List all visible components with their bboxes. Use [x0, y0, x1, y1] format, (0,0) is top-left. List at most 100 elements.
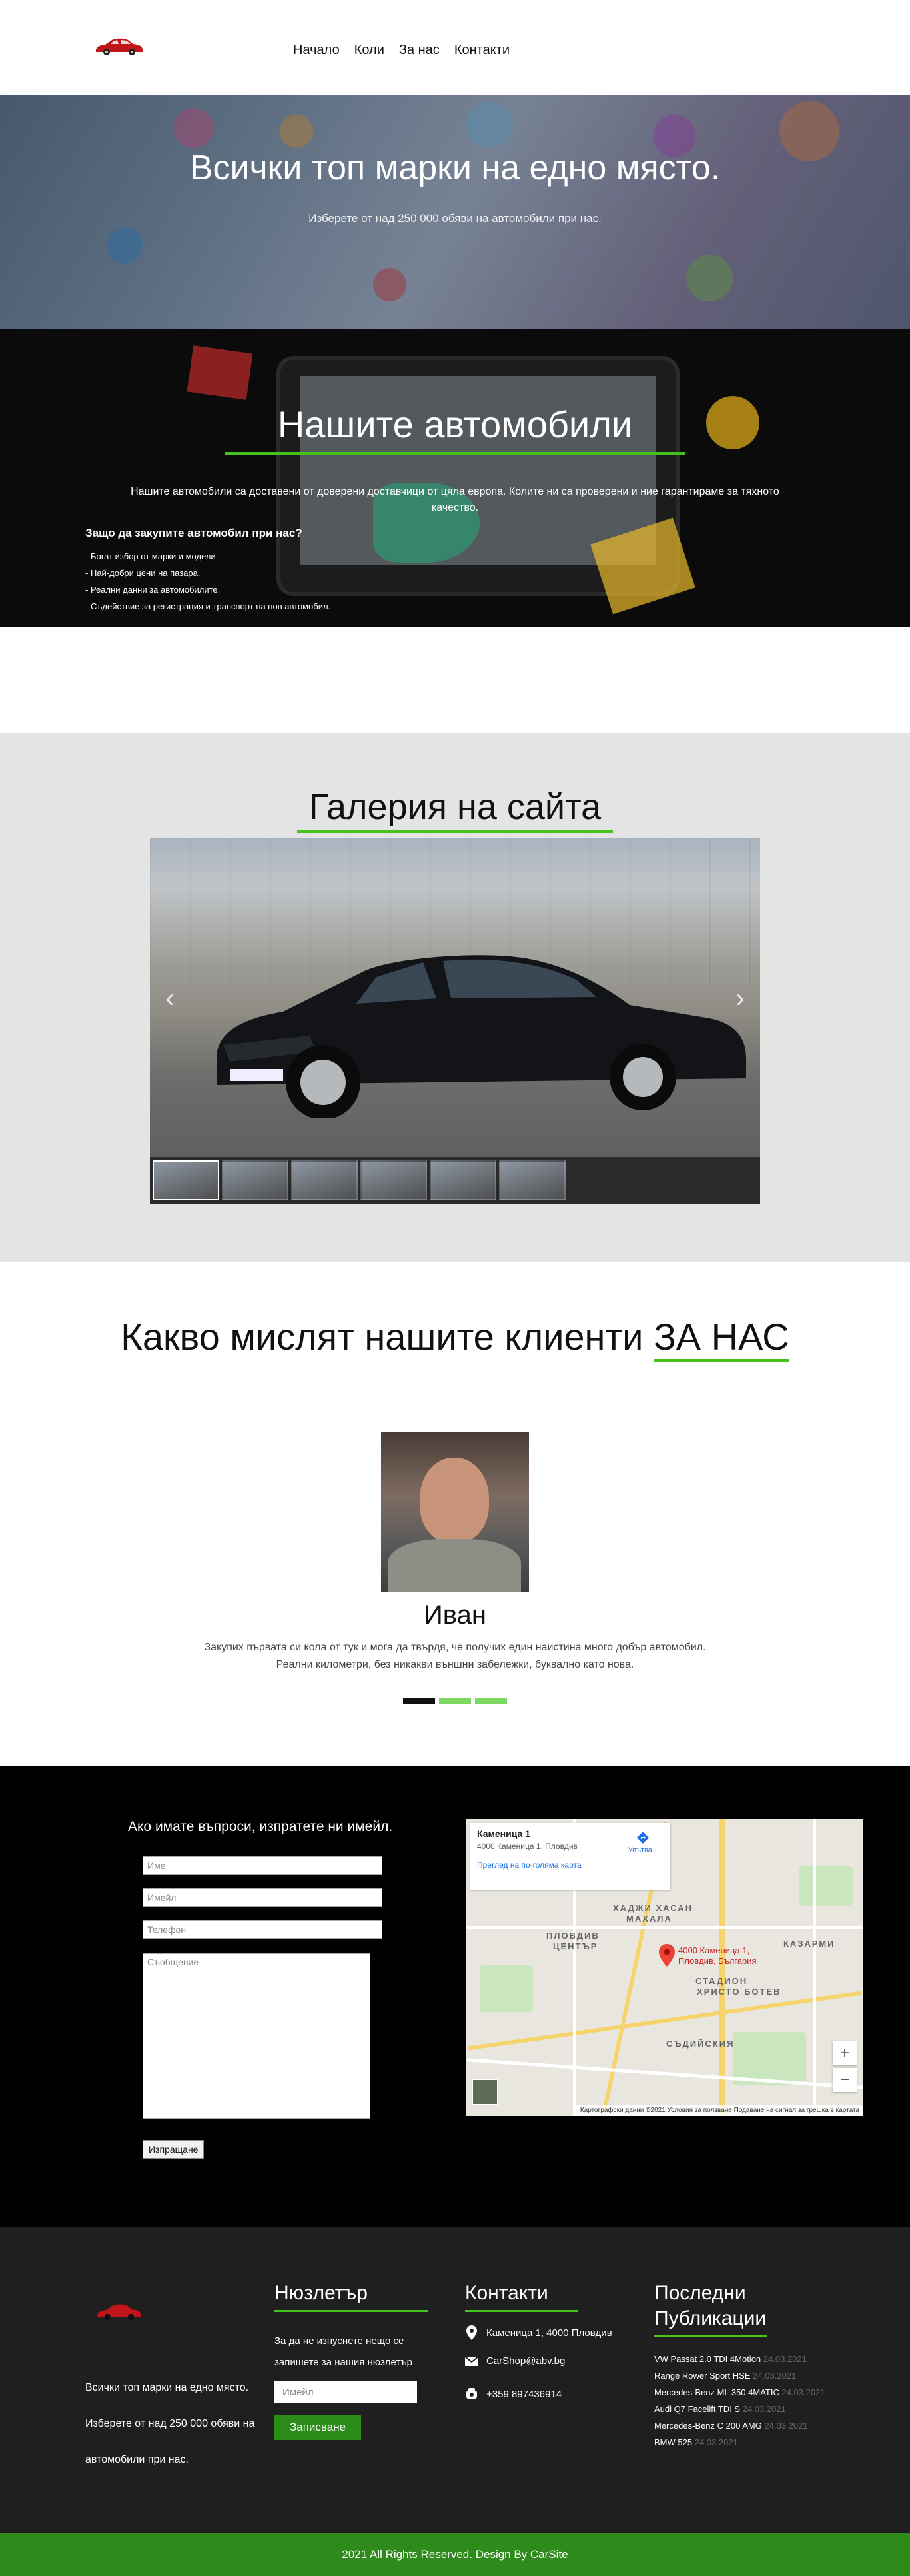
map-area-label: СЪДИЙСКИЯ: [666, 2039, 735, 2049]
email-text[interactable]: CarShop@abv.bg: [486, 2355, 565, 2367]
gallery-thumbnail[interactable]: [222, 1160, 288, 1200]
location-pin-icon: [466, 2325, 477, 2340]
customer-quote: Закупих първата си кола от тук и мога да…: [204, 1642, 706, 1670]
map-satellite-toggle[interactable]: [472, 2079, 498, 2105]
zoom-in-button[interactable]: +: [833, 2041, 857, 2065]
map-area-label: СТАДИОН: [695, 1976, 748, 1986]
title-highlight: ЗА НАС: [653, 1316, 789, 1362]
decor-card: [187, 345, 253, 400]
phone-icon: [466, 2388, 477, 2399]
hero-subtitle: Изберете от над 250 000 обяви на автомоб…: [308, 212, 602, 225]
contact-section: Ако имате въпроси, изпратете ни имейл. И…: [0, 1766, 910, 2227]
posts-list: VW Passat 2.0 TDI 4Motion 24.03.2021 Ran…: [654, 2351, 841, 2451]
gallery-thumbnail[interactable]: [153, 1160, 219, 1200]
map-area-label: МАХАЛА: [626, 1914, 672, 1924]
message-textarea[interactable]: [143, 1953, 370, 2119]
phone-text[interactable]: +359 897436914: [486, 2389, 562, 2400]
map-area-label: КАЗАРМИ: [783, 1939, 835, 1949]
post-item[interactable]: VW Passat 2.0 TDI 4Motion 24.03.2021: [654, 2351, 841, 2367]
site-header: Начало Коли За нас Контакти: [0, 0, 910, 95]
map-pin-icon[interactable]: [658, 1944, 676, 1967]
testimonials-section: Какво мислят нашите клиенти ЗА НАС Иван …: [0, 1262, 910, 1766]
name-input[interactable]: [143, 1856, 382, 1875]
about-line: Всички топ марки на едно място.: [85, 2382, 249, 2393]
about-line: автомобили при нас.: [85, 2454, 189, 2465]
title-prefix: Какво мислят нашите клиенти: [121, 1316, 654, 1358]
main-nav: Начало Коли За нас Контакти: [293, 43, 510, 58]
posts-title: Последни Публикации: [654, 2282, 767, 2329]
footer-about: Всички топ марки на едно място. Изберете…: [85, 2370, 254, 2478]
contact-question: Ако имате въпроси, изпратете ни имейл.: [128, 1819, 393, 1834]
reason-item: - Най-добри цени на пазара.: [85, 568, 201, 578]
post-item[interactable]: Range Rower Sport HSE 24.03.2021: [654, 2367, 841, 2384]
gallery-slider[interactable]: ‹ ›: [150, 838, 760, 1204]
hero-title: Всички топ марки на едно място.: [189, 149, 721, 187]
newsletter-text: За да не изпуснете нещо се запишете за н…: [274, 2335, 412, 2368]
gallery-thumbnails: [150, 1157, 760, 1204]
gallery-thumbnail[interactable]: [499, 1160, 566, 1200]
contacts-title: Контакти: [465, 2282, 548, 2304]
reason-item: - Съдействие за регистрация и транспорт …: [85, 601, 331, 611]
customer-avatar: [381, 1432, 529, 1592]
latest-posts-column: Последни Публикации VW Passat 2.0 TDI 4Mo…: [654, 2281, 841, 2451]
post-item[interactable]: Mercedes-Benz ML 350 4MATIC 24.03.2021: [654, 2384, 841, 2401]
section-spacer: [0, 627, 910, 733]
title-underline: [654, 2335, 767, 2337]
car-photo: [217, 955, 746, 1118]
testimonial-pager: [403, 1698, 507, 1704]
reason-item: - Реални данни за автомобилите.: [85, 585, 221, 595]
map-place-card: Каменица 1 4000 Каменица 1, Пловдив Прег…: [470, 1823, 670, 1890]
newsletter-email-input[interactable]: [274, 2381, 417, 2403]
gallery-thumbnail[interactable]: [291, 1160, 358, 1200]
site-footer: Всички топ марки на едно място. Изберете…: [0, 2227, 910, 2533]
why-title: Защо да закупите автомобил при нас?: [85, 527, 302, 539]
gallery-thumbnail[interactable]: [360, 1160, 427, 1200]
larger-map-link[interactable]: Преглед на по-голяма карта: [477, 1860, 664, 1870]
post-item[interactable]: BMW 525 24.03.2021: [654, 2434, 841, 2451]
newsletter-title: Нюзлетър: [274, 2282, 368, 2304]
title-underline: [297, 830, 613, 833]
address-text: Каменица 1, 4000 Пловдив: [486, 2327, 612, 2339]
gallery-thumbnail[interactable]: [430, 1160, 496, 1200]
customer-name: Иван: [424, 1600, 486, 1630]
subscribe-button[interactable]: Записване: [274, 2415, 361, 2440]
nav-contacts[interactable]: Контакти: [454, 43, 510, 58]
post-item[interactable]: Audi Q7 Facelift TDI S 24.03.2021: [654, 2401, 841, 2417]
directions-link[interactable]: Упътва...: [628, 1831, 658, 1854]
our-cars-section: Нашите автомобили Нашите автомобили са д…: [0, 329, 910, 627]
pager-dot[interactable]: [403, 1698, 435, 1704]
embedded-map[interactable]: ХАДЖИ ХАСАН МАХАЛА ПЛОВДИВ ЦЕНТЪР КАЗАРМ…: [466, 1819, 863, 2116]
reason-item: - Богат избор от марки и модели.: [85, 551, 219, 561]
next-slide-arrow-icon[interactable]: ›: [728, 982, 752, 1015]
prev-slide-arrow-icon[interactable]: ‹: [158, 982, 182, 1015]
map-area-label: ХРИСТО БОТЕВ: [697, 1987, 781, 1997]
nav-about[interactable]: За нас: [399, 43, 440, 58]
hero-banner: Всички топ марки на едно място. Изберете…: [0, 95, 910, 329]
post-item[interactable]: Mercedes-Benz C 200 AMG 24.03.2021: [654, 2417, 841, 2434]
pager-dot[interactable]: [475, 1698, 507, 1704]
map-footer-text: Картографски данни ©2021 Условия за полз…: [576, 2105, 863, 2116]
gallery-title: Галерия на сайта: [308, 787, 602, 827]
phone-line: +359 897436914: [465, 2387, 638, 2401]
map-area-label: ПЛОВДИВ: [546, 1931, 600, 1941]
nav-cars[interactable]: Коли: [354, 43, 384, 58]
zoom-out-button[interactable]: −: [833, 2068, 857, 2092]
car-logo-icon[interactable]: [93, 2302, 144, 2321]
directions-label: Упътва...: [628, 1846, 658, 1854]
send-button[interactable]: Изпращане: [143, 2140, 205, 2159]
map-area-label: ЦЕНТЪР: [553, 1941, 598, 1951]
about-line: Изберете от над 250 000 обяви на: [85, 2418, 255, 2429]
testimonials-title: Какво мислят нашите клиенти ЗА НАС: [0, 1315, 910, 1362]
car-logo-icon[interactable]: [93, 36, 144, 56]
phone-input[interactable]: [143, 1920, 382, 1939]
nav-home[interactable]: Начало: [293, 43, 340, 58]
reasons-list: - Богат избор от марки и модели. - Най-д…: [85, 548, 330, 615]
cars-title: Нашите автомобили: [277, 403, 633, 445]
title-underline: [465, 2310, 578, 2312]
pager-dot[interactable]: [439, 1698, 471, 1704]
gallery-slide-image: [150, 838, 760, 1157]
title-underline: [274, 2310, 428, 2312]
email-input[interactable]: [143, 1888, 382, 1907]
directions-icon: [637, 1832, 650, 1844]
address-line: Каменица 1, 4000 Пловдив: [465, 2325, 638, 2340]
